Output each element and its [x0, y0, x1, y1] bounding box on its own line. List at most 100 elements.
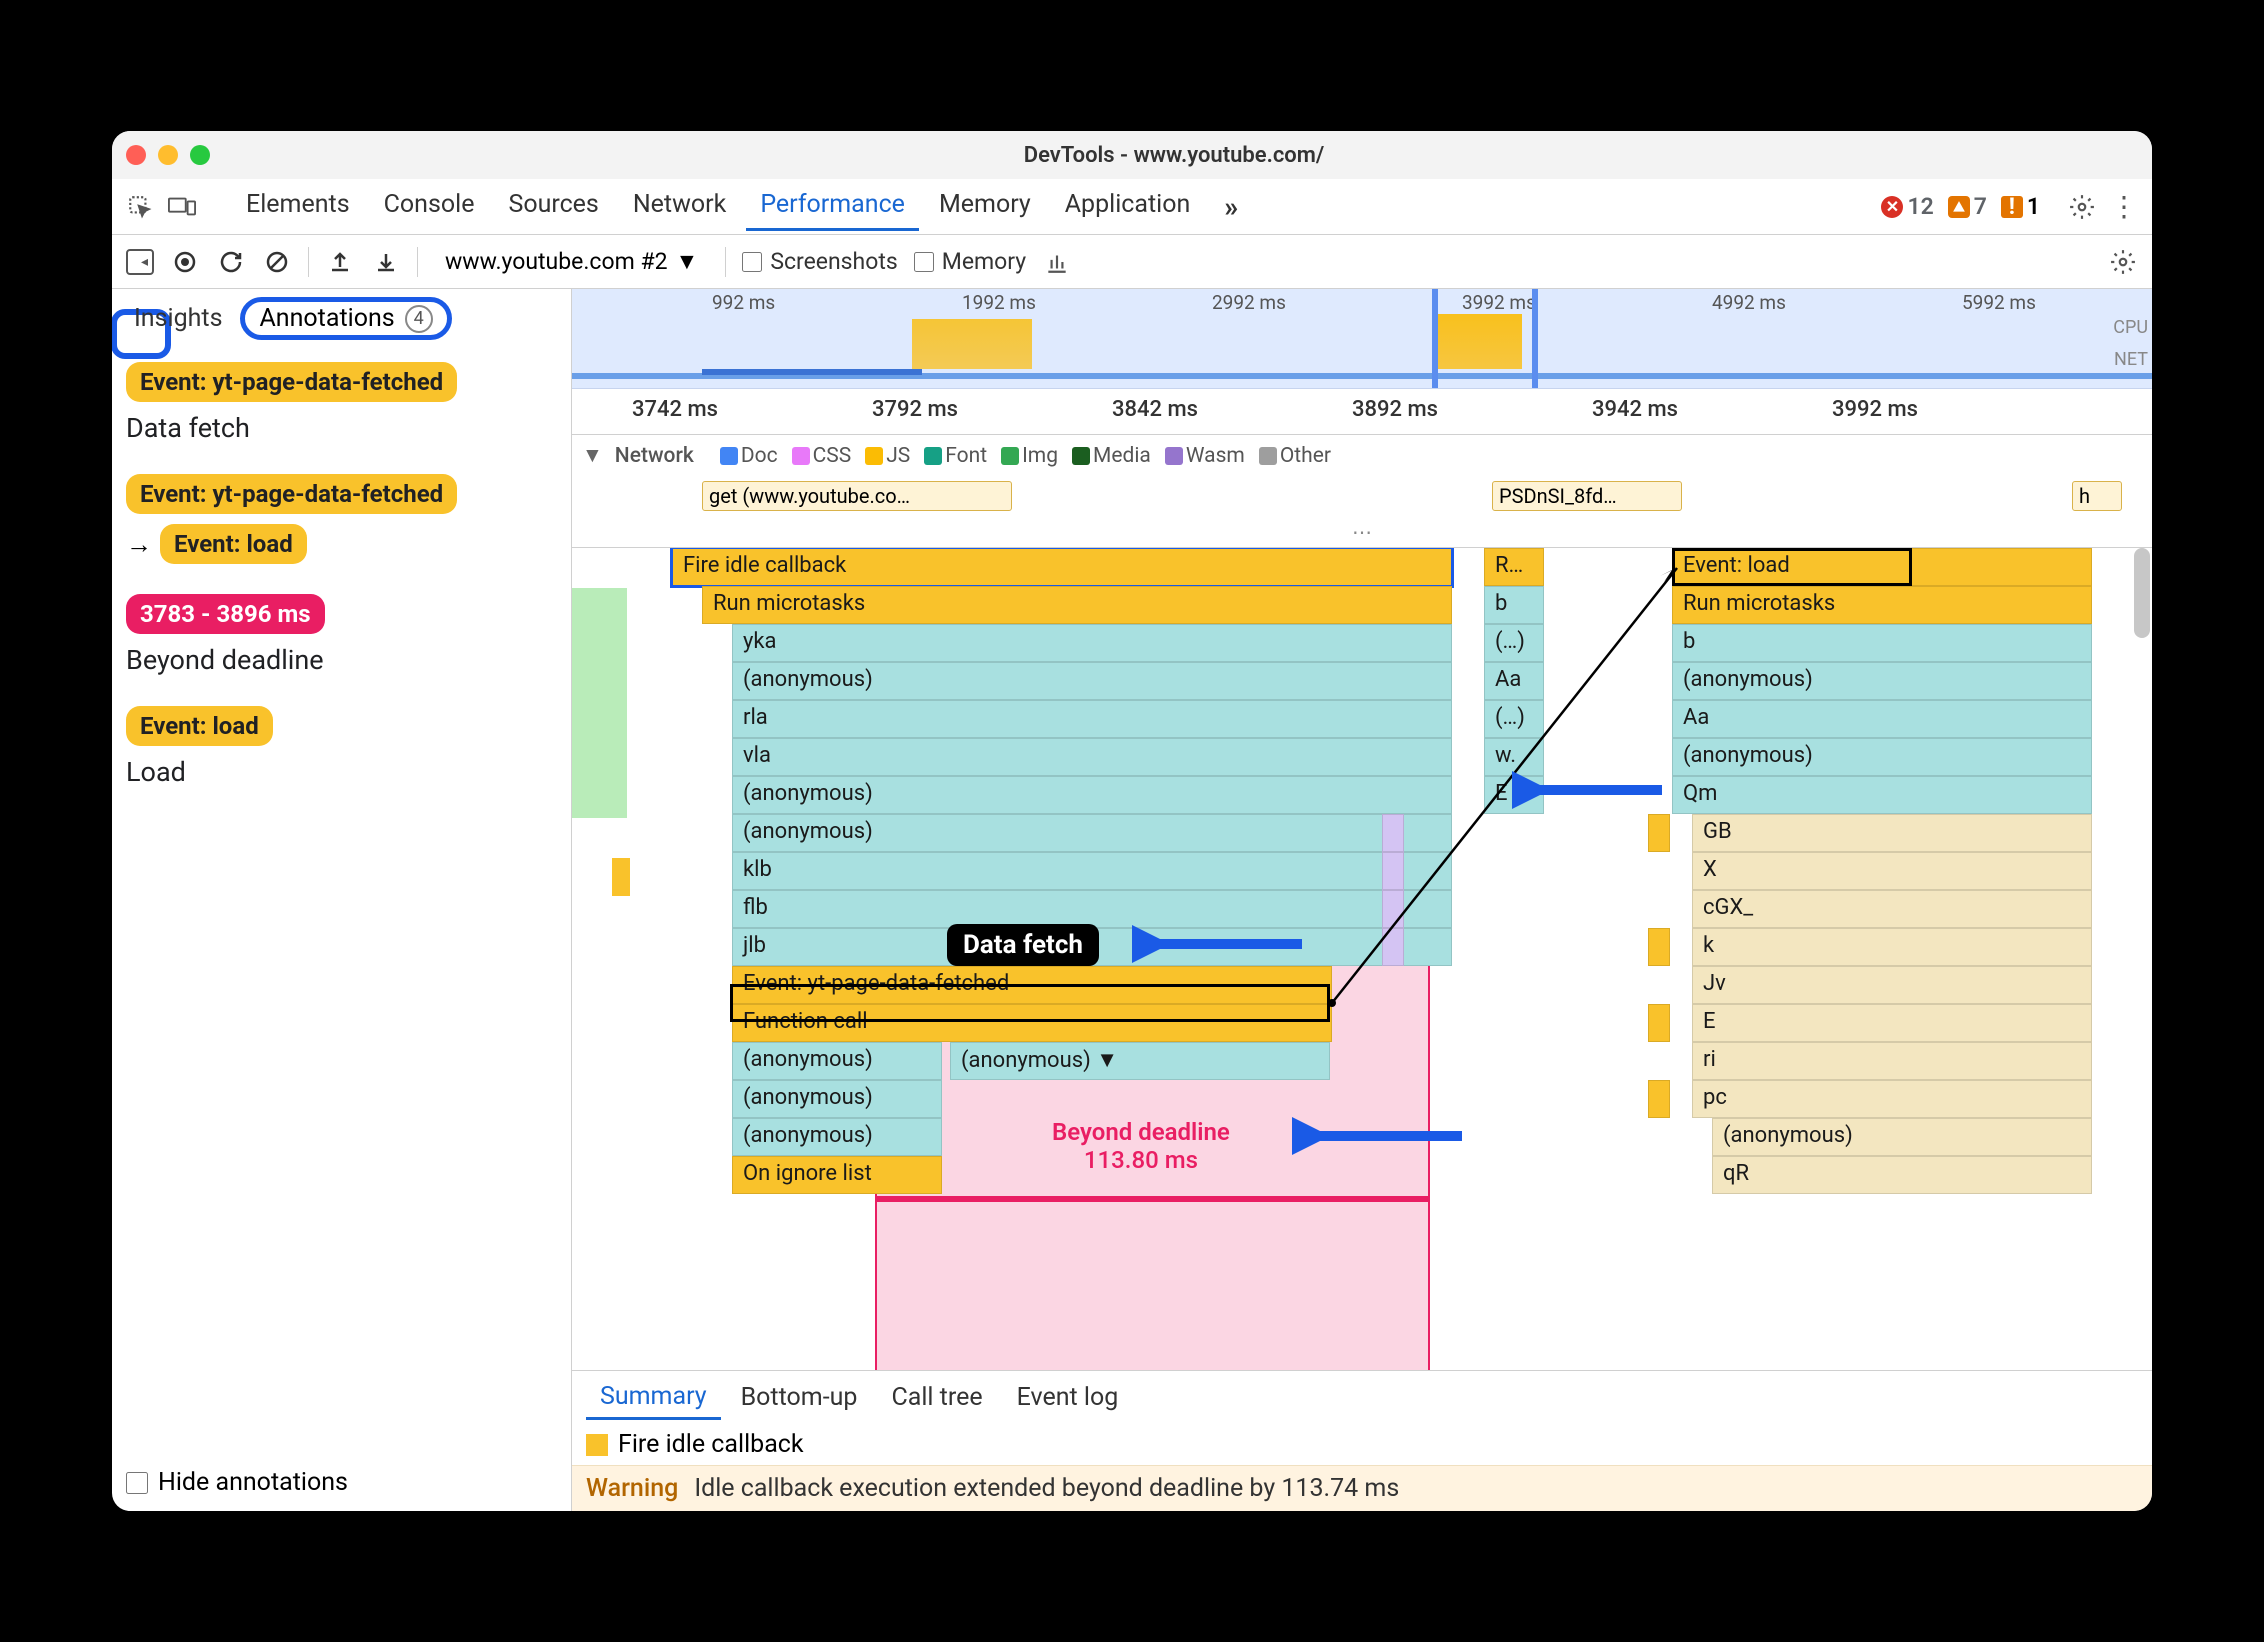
maximize-icon[interactable] — [190, 145, 210, 165]
beyond-deadline-ms: 113.80 ms — [1052, 1146, 1230, 1174]
traffic-lights — [126, 145, 210, 165]
flame-entry[interactable]: pc — [1692, 1080, 2092, 1118]
network-legend: ▼ Network DocCSSJSFontImgMediaWasmOther — [572, 435, 2152, 477]
bottom-tab-eventlog[interactable]: Event log — [1003, 1377, 1133, 1418]
annotation-item[interactable]: Event: yt-page-data-fetched Data fetch — [126, 362, 557, 444]
flame-entry[interactable]: vla — [732, 738, 1452, 776]
net-request[interactable]: h — [2072, 481, 2122, 511]
issues-badge[interactable]: !1 — [2001, 193, 2040, 220]
device-icon[interactable] — [168, 193, 196, 221]
tab-console[interactable]: Console — [370, 182, 489, 231]
flame-entry[interactable]: Run microtasks — [1672, 586, 2092, 624]
flame-entry[interactable]: b — [1484, 586, 1544, 624]
tab-overflow[interactable]: » — [1210, 182, 1252, 231]
memory-checkbox[interactable]: Memory — [914, 248, 1026, 275]
tab-performance[interactable]: Performance — [746, 182, 919, 231]
flame-entry[interactable]: klb — [732, 852, 1452, 890]
gc-icon[interactable] — [1042, 247, 1072, 277]
clear-icon[interactable] — [262, 247, 292, 277]
sidebar-tab-insights[interactable]: Insights — [124, 300, 232, 337]
ruler[interactable]: 3742 ms 3792 ms 3842 ms 3892 ms 3942 ms … — [572, 389, 2152, 435]
flame-entry[interactable]: yka — [732, 624, 1452, 662]
flame-entry[interactable]: Run microtasks — [702, 586, 1452, 624]
inspect-icon[interactable] — [126, 193, 154, 221]
collapse-sidebar-icon[interactable]: ◂ — [126, 249, 154, 275]
tab-elements[interactable]: Elements — [232, 182, 364, 231]
close-icon[interactable] — [126, 145, 146, 165]
flame-entry[interactable]: Jv — [1692, 966, 2092, 1004]
flame-entry[interactable]: Qm — [1672, 776, 2092, 814]
flame-entry[interactable]: Aa — [1672, 700, 2092, 738]
tab-memory[interactable]: Memory — [925, 182, 1045, 231]
bottom-tab-bottomup[interactable]: Bottom-up — [727, 1377, 872, 1418]
flame-entry[interactable]: Function call — [732, 1004, 1332, 1042]
sidebar: Insights Annotations 4 Event: yt-page-da… — [112, 289, 572, 1511]
flame-entry[interactable]: Event: yt-page-data-fetched — [732, 966, 1332, 1004]
annotation-item[interactable]: Event: load Load — [126, 706, 557, 788]
flame-entry[interactable]: (anonymous) — [732, 814, 1452, 852]
net-request[interactable]: PSDnSI_8fd… — [1492, 481, 1682, 511]
tab-application[interactable]: Application — [1051, 182, 1205, 231]
flame-entry[interactable]: (…) — [1484, 624, 1544, 662]
flame-entry[interactable]: (anonymous) — [732, 1118, 942, 1156]
flame-entry[interactable]: On ignore list — [732, 1156, 942, 1194]
flame-entry[interactable]: R… — [1484, 548, 1544, 586]
legend-item: Other — [1259, 444, 1331, 468]
minimize-icon[interactable] — [158, 145, 178, 165]
reload-icon[interactable] — [216, 247, 246, 277]
tab-sources[interactable]: Sources — [494, 182, 612, 231]
overview[interactable]: 992 ms 1992 ms 2992 ms 3992 ms 4992 ms 5… — [572, 289, 2152, 389]
flame-entry[interactable]: b — [1672, 624, 2092, 662]
flame-entry[interactable]: Event: load — [1672, 548, 2092, 586]
flame-graph[interactable]: Beyond deadline 113.80 ms Data fetch Loa… — [572, 547, 2152, 1370]
flame-entry[interactable]: (…) — [1484, 700, 1544, 738]
flame-entry[interactable]: (anonymous) — [732, 776, 1452, 814]
flame-entry[interactable]: flb — [732, 890, 1452, 928]
blue-arrow-icon — [1512, 770, 1672, 810]
flame-entry[interactable]: (anonymous) — [1712, 1118, 2092, 1156]
hide-annotations-checkbox[interactable] — [126, 1472, 148, 1494]
panel-gear-icon[interactable] — [2108, 247, 2138, 277]
flame-entry[interactable]: (anonymous) — [732, 1080, 942, 1118]
flame-entry[interactable]: (anonymous) — [1672, 738, 2092, 776]
sidebar-tab-annotations[interactable]: Annotations 4 — [240, 297, 451, 340]
flame-entry[interactable]: cGX_ — [1692, 890, 2092, 928]
flame-entry[interactable]: ri — [1692, 1042, 2092, 1080]
flame-entry[interactable]: (anonymous) — [732, 662, 1452, 700]
bottom-tab-summary[interactable]: Summary — [586, 1376, 721, 1420]
annotation-item[interactable]: 3783 - 3896 ms Beyond deadline — [126, 594, 557, 676]
network-disclosure[interactable]: ▼ — [582, 444, 603, 468]
error-badge[interactable]: ✕12 — [1881, 193, 1933, 220]
flame-entry-dropdown[interactable]: (anonymous) ▼ — [950, 1042, 1330, 1080]
upload-icon[interactable] — [325, 247, 355, 277]
gear-icon[interactable] — [2068, 193, 2096, 221]
sidebar-footer: Hide annotations — [112, 1454, 571, 1511]
bottom-tabs: Summary Bottom-up Call tree Event log — [572, 1370, 2152, 1424]
download-icon[interactable] — [371, 247, 401, 277]
recording-select[interactable]: www.youtube.com #2 ▼ — [434, 245, 709, 278]
net-request[interactable]: get (www.youtube.co… — [702, 481, 1012, 511]
tab-network[interactable]: Network — [619, 182, 740, 231]
record-icon[interactable] — [170, 247, 200, 277]
bottom-tab-calltree[interactable]: Call tree — [877, 1377, 996, 1418]
screenshots-checkbox[interactable]: Screenshots — [742, 248, 897, 275]
flame-entry[interactable]: E — [1692, 1004, 2092, 1042]
network-lane[interactable]: get (www.youtube.co… PSDnSI_8fd… h — [572, 477, 2152, 517]
flame-entry[interactable]: rla — [732, 700, 1452, 738]
flame-entry[interactable]: (anonymous) — [732, 1042, 942, 1080]
flame-entry[interactable]: Aa — [1484, 662, 1544, 700]
body: Insights Annotations 4 Event: yt-page-da… — [112, 289, 2152, 1511]
flame-entry[interactable]: X — [1692, 852, 2092, 890]
flame-entry[interactable]: k — [1692, 928, 2092, 966]
annotation-item[interactable]: Event: yt-page-data-fetched → Event: loa… — [126, 474, 557, 564]
warning-badge[interactable]: 7 — [1948, 193, 1987, 220]
legend-item: Media — [1072, 444, 1151, 468]
flame-entry[interactable]: Fire idle callback — [672, 548, 1452, 586]
flame-entry[interactable]: qR — [1712, 1156, 2092, 1194]
legend-item: Font — [924, 444, 987, 468]
flame-entry[interactable]: GB — [1692, 814, 2092, 852]
scrollbar[interactable] — [2134, 548, 2150, 1370]
kebab-icon[interactable]: ⋮ — [2110, 193, 2138, 221]
flame-entry[interactable]: (anonymous) — [1672, 662, 2092, 700]
devtools-window: DevTools - www.youtube.com/ Elements Con… — [112, 131, 2152, 1511]
